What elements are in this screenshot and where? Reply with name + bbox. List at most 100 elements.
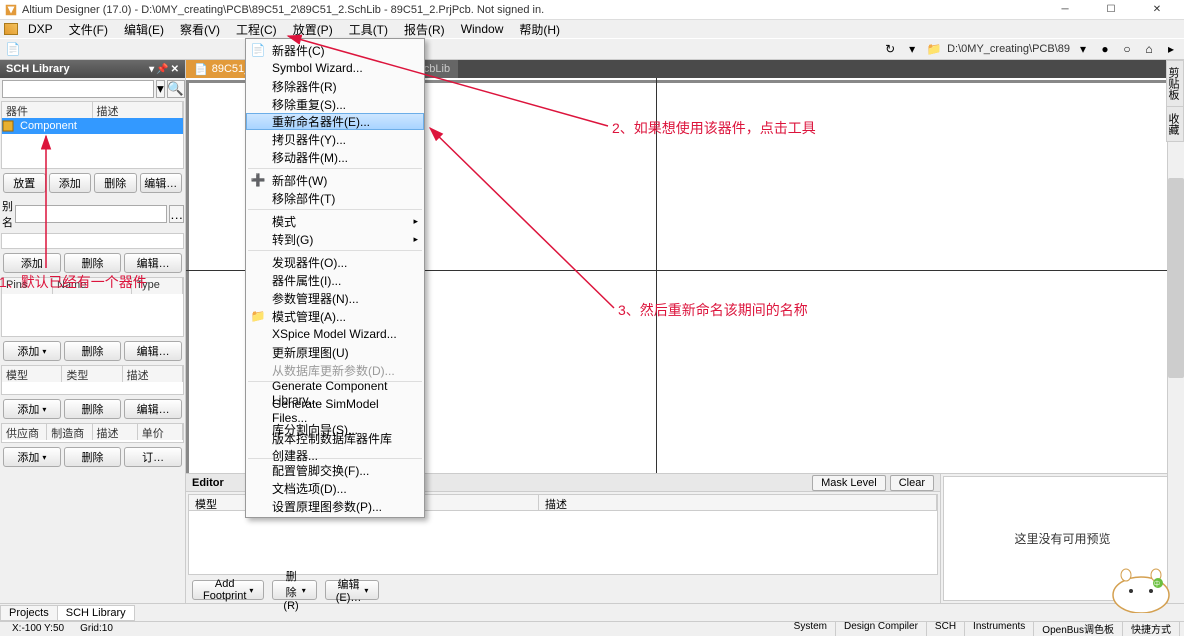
- menu-remove-dup[interactable]: 移除重复(S)...: [246, 95, 424, 113]
- status-system[interactable]: System: [786, 621, 836, 636]
- col-desc[interactable]: 描述: [93, 102, 184, 118]
- menu-view[interactable]: 察看(V): [172, 20, 228, 39]
- pins-add-button[interactable]: 添加: [3, 341, 61, 361]
- alias-add-button[interactable]: 添加: [3, 253, 61, 273]
- tb-circle-icon[interactable]: ●: [1096, 40, 1114, 58]
- close-button[interactable]: ✕: [1134, 1, 1180, 19]
- add-button[interactable]: 添加: [49, 173, 92, 193]
- menu-window[interactable]: Window: [453, 21, 512, 37]
- pins-delete-button[interactable]: 删除: [64, 341, 122, 361]
- filter-dropdown-button[interactable]: ▾: [156, 80, 165, 98]
- tb-refresh-icon[interactable]: ↻: [881, 40, 899, 58]
- menu-new-part[interactable]: ➕新部件(W): [246, 171, 424, 189]
- alias-input[interactable]: [15, 205, 167, 223]
- menu-move-component[interactable]: 移动器件(M)...: [246, 148, 424, 166]
- alias-delete-button[interactable]: 删除: [64, 253, 122, 273]
- menu-new-component[interactable]: 📄新器件(C): [246, 41, 424, 59]
- col-desc3[interactable]: 描述: [93, 424, 138, 440]
- menu-report[interactable]: 报告(R): [396, 20, 453, 39]
- tb-dropdown-icon[interactable]: ▾: [903, 40, 921, 58]
- add-footprint-button[interactable]: Add Footprint: [192, 580, 264, 600]
- menu-edit[interactable]: 编辑(E): [116, 20, 172, 39]
- menu-place[interactable]: 放置(P): [285, 20, 341, 39]
- tb-home-icon[interactable]: ⌂: [1140, 40, 1158, 58]
- menu-goto[interactable]: 转到(G): [246, 230, 424, 248]
- maximize-button[interactable]: ☐: [1088, 1, 1134, 19]
- menu-remove-component[interactable]: 移除器件(R): [246, 77, 424, 95]
- editor-delete-button[interactable]: 删除(R): [272, 580, 316, 600]
- col-supplier[interactable]: 供应商: [2, 424, 47, 440]
- pins-edit-button[interactable]: 编辑…: [124, 341, 182, 361]
- editor-col-desc[interactable]: 描述: [539, 495, 937, 510]
- menu-config-pin-swap[interactable]: 配置管脚交换(F)...: [246, 461, 424, 479]
- supplier-delete-button[interactable]: 删除: [64, 447, 122, 467]
- menu-param-mgr[interactable]: 参数管理器(N)...: [246, 289, 424, 307]
- menu-tools[interactable]: 工具(T): [341, 20, 396, 39]
- supplier-add-button[interactable]: 添加: [3, 447, 61, 467]
- menu-project[interactable]: 工程(C): [228, 20, 285, 39]
- status-shortcuts[interactable]: 快捷方式: [1123, 621, 1180, 636]
- side-tab-clipboard[interactable]: 剪贴板: [1166, 60, 1184, 107]
- models-delete-button[interactable]: 删除: [64, 399, 122, 419]
- col-type[interactable]: Type: [132, 278, 183, 294]
- status-instruments[interactable]: Instruments: [965, 621, 1034, 636]
- filter-search-button[interactable]: 🔍: [167, 80, 185, 98]
- tb-folder-icon[interactable]: 📁: [925, 40, 943, 58]
- status-openbus[interactable]: OpenBus调色板: [1034, 621, 1123, 636]
- alias-lookup-button[interactable]: …: [169, 205, 184, 223]
- col-model[interactable]: 模型: [2, 366, 62, 382]
- bottom-tab-sch-library[interactable]: SCH Library: [57, 605, 135, 621]
- delete-button[interactable]: 删除: [94, 173, 137, 193]
- col-mfr[interactable]: 制造商: [47, 424, 92, 440]
- editor-edit-button[interactable]: 编辑(E)…: [325, 580, 380, 600]
- col-price[interactable]: 单价: [138, 424, 183, 440]
- bottom-tab-projects[interactable]: Projects: [0, 605, 58, 621]
- col-name[interactable]: Name: [53, 278, 132, 294]
- col-device[interactable]: 器件: [2, 102, 93, 118]
- menu-copy-component[interactable]: 拷贝器件(Y)...: [246, 130, 424, 148]
- minimize-button[interactable]: ─: [1042, 1, 1088, 19]
- component-row[interactable]: Component: [2, 118, 183, 134]
- menu-mode-mgr[interactable]: 📁模式管理(A)...: [246, 307, 424, 325]
- menu-help[interactable]: 帮助(H): [511, 20, 568, 39]
- filter-input[interactable]: [2, 80, 154, 98]
- menu-mode[interactable]: 模式: [246, 212, 424, 230]
- menu-set-schematic-params[interactable]: 设置原理图参数(P)...: [246, 497, 424, 515]
- models-add-button[interactable]: 添加: [3, 399, 61, 419]
- menu-version-ctrl-db[interactable]: 版本控制数据库器件库创建器...: [246, 438, 424, 456]
- menu-dxp[interactable]: DXP: [20, 21, 61, 37]
- menu-remove-part[interactable]: 移除部件(T): [246, 189, 424, 207]
- menu-symbol-wizard[interactable]: Symbol Wizard...: [246, 59, 424, 77]
- menu-doc-options[interactable]: 文档选项(D)...: [246, 479, 424, 497]
- dxp-icon[interactable]: [4, 23, 18, 35]
- tb-arrow-icon[interactable]: ▸: [1162, 40, 1180, 58]
- panel-min-icon[interactable]: ▾: [149, 64, 154, 75]
- menu-file[interactable]: 文件(F): [61, 20, 116, 39]
- alias-edit-button[interactable]: 编辑…: [124, 253, 182, 273]
- menu-component-props[interactable]: 器件属性(I)...: [246, 271, 424, 289]
- mask-level-button[interactable]: Mask Level: [812, 475, 886, 491]
- place-button[interactable]: 放置: [3, 173, 46, 193]
- tb-circle2-icon[interactable]: ○: [1118, 40, 1136, 58]
- menu-find-component[interactable]: 发现器件(O)...: [246, 253, 424, 271]
- status-design-compiler[interactable]: Design Compiler: [836, 621, 927, 636]
- col-desc2[interactable]: 描述: [123, 366, 183, 382]
- menu-gen-sim-model[interactable]: Generate SimModel Files...: [246, 402, 424, 420]
- menu-update-schematic[interactable]: 更新原理图(U): [246, 343, 424, 361]
- side-tab-favorites[interactable]: 收藏: [1166, 106, 1184, 142]
- supplier-order-button[interactable]: 订…: [124, 447, 182, 467]
- clear-button[interactable]: Clear: [890, 475, 934, 491]
- panel-pin-icon[interactable]: 📌: [156, 64, 168, 75]
- panel-close-icon[interactable]: ✕: [171, 64, 179, 75]
- models-edit-button[interactable]: 编辑…: [124, 399, 182, 419]
- menu-rename-component[interactable]: 重新命名器件(E)...: [246, 113, 424, 130]
- edit-button[interactable]: 编辑…: [140, 173, 183, 193]
- status-coords: X:-100 Y:50: [4, 623, 72, 634]
- col-pins[interactable]: Pins: [2, 278, 53, 294]
- status-sch[interactable]: SCH: [927, 621, 965, 636]
- vertical-scrollbar[interactable]: [1167, 78, 1184, 603]
- col-class[interactable]: 类型: [62, 366, 122, 382]
- menu-xspice[interactable]: XSpice Model Wizard...: [246, 325, 424, 343]
- tb-nav-dropdown-icon[interactable]: ▾: [1074, 40, 1092, 58]
- tb-new-icon[interactable]: 📄: [4, 40, 22, 58]
